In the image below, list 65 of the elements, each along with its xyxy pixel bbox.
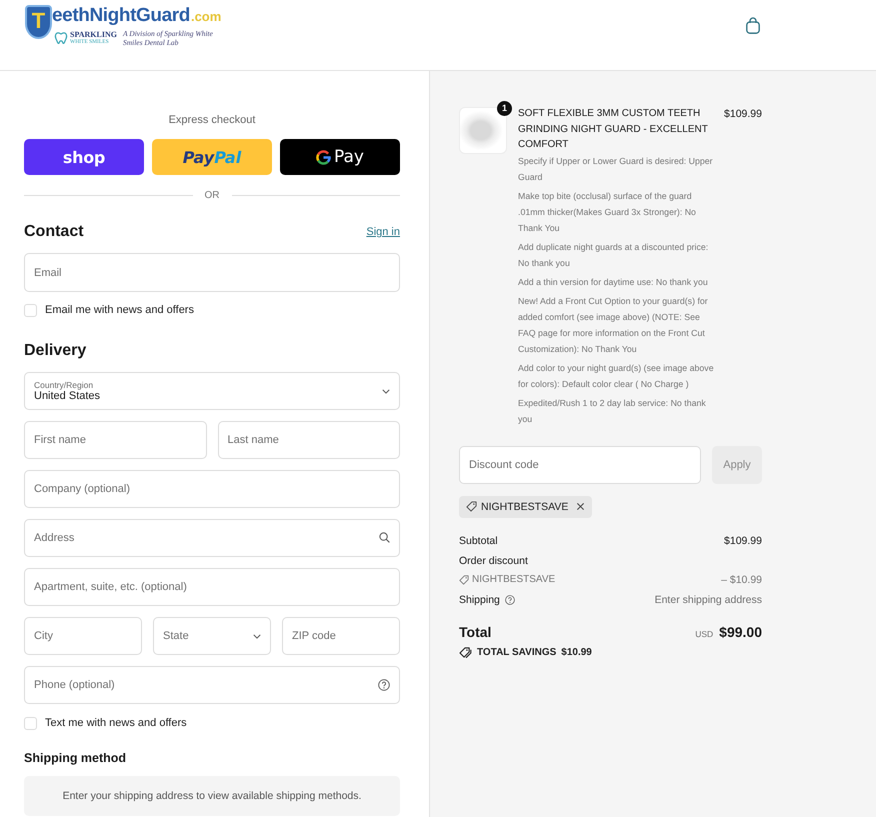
total-value: $99.00 xyxy=(719,624,762,640)
delivery-heading: Delivery xyxy=(24,342,86,359)
tags-icon xyxy=(459,647,472,658)
logo-shield-letter: T xyxy=(25,5,52,39)
email-field[interactable]: Email xyxy=(24,253,400,292)
input-field[interactable]: Company (optional) xyxy=(24,470,400,508)
product-option: New! Add a Front Cut Option to your guard(s) for added comfort (see image above) (NOTE: See FAQ page for more information on the Front Cut Customization): No Thank You xyxy=(518,292,714,356)
total-savings-label: TOTAL SAVINGS xyxy=(477,647,556,658)
product-option: Specify if Upper or Lower Guard is desired: Upper Guard xyxy=(518,152,714,184)
order-discount-label: Order discount xyxy=(459,554,528,566)
product-option: Add duplicate night guards at a discounted price: No thank you xyxy=(518,238,714,270)
tag-icon xyxy=(459,574,469,584)
checkbox[interactable] xyxy=(24,716,37,730)
shop-button[interactable]: shop xyxy=(24,139,144,175)
dropdown-field[interactable]: Country/Region United States xyxy=(24,372,400,410)
input-field[interactable]: City xyxy=(24,617,142,655)
sub-brand-name: SPARKLING xyxy=(70,30,117,38)
help-icon[interactable] xyxy=(504,594,515,604)
checkbox-label: Email me with news and offers xyxy=(45,304,194,316)
product-option: Add a thin version for daytime use: No thank you xyxy=(518,274,714,290)
pay-button[interactable]: Pay xyxy=(280,139,400,175)
tag-icon xyxy=(466,501,477,512)
subtotal-value: $109.99 xyxy=(724,534,762,546)
help-icon[interactable] xyxy=(378,679,390,691)
sign-in-link[interactable]: Sign in xyxy=(366,226,400,238)
product-option: Add color to your night guard(s) (see image above for colors): Default color clear ( No Charge ) xyxy=(518,360,714,392)
discount-code: NIGHTBESTSAVE xyxy=(481,500,568,512)
discount-code: NIGHTBESTSAVE xyxy=(472,574,556,585)
address-search-field[interactable]: Address xyxy=(24,519,400,557)
checkbox[interactable] xyxy=(24,304,37,316)
input-field[interactable]: Apartment, suite, etc. (optional) xyxy=(24,568,400,606)
divider-label: OR xyxy=(204,190,220,200)
shipping-label: Shipping xyxy=(459,594,500,606)
product-price: $109.99 xyxy=(724,107,762,121)
quantity-badge: 1 xyxy=(497,101,512,116)
shopping-bag-icon[interactable] xyxy=(746,17,760,34)
tooth-icon xyxy=(54,32,68,44)
logo-domain: .com xyxy=(190,8,222,26)
input-field[interactable]: ZIP code xyxy=(282,617,400,655)
checkbox-label: Text me with news and offers xyxy=(45,717,187,729)
chevron-down-icon xyxy=(253,634,261,638)
product-title: SOFT FLEXIBLE 3MM CUSTOM TEETH GRINDING NIGHT GUARD - EXCELLENT COMFORT xyxy=(518,107,709,152)
shipping-value: Enter shipping address xyxy=(654,594,762,606)
product-option: Make top bite (occlusal) surface of the guard .01mm thicker(Makes Guard 3x Stronger): No Thank You xyxy=(518,188,714,236)
discount-code-field[interactable]: Discount code xyxy=(459,446,701,484)
input-field[interactable]: Last name xyxy=(218,421,400,459)
discount-amount: – $10.99 xyxy=(721,574,762,586)
input-field[interactable]: First name xyxy=(24,421,206,459)
dropdown-field[interactable]: State xyxy=(153,617,271,655)
paypal-button[interactable]: PayPal xyxy=(152,139,272,175)
express-checkout-title: Express checkout xyxy=(168,113,256,128)
logo-wordmark: eethNightGuard xyxy=(52,5,190,27)
chevron-down-icon xyxy=(382,388,390,394)
close-icon[interactable] xyxy=(576,502,586,511)
currency-code: USD xyxy=(695,628,714,638)
shipping-method-heading: Shipping method xyxy=(24,751,126,765)
input-field[interactable]: Phone (optional) xyxy=(24,666,400,704)
g-logo-icon xyxy=(316,150,332,164)
total-label: Total xyxy=(459,624,492,640)
shipping-methods-notice: Enter your shipping address to view available shipping methods. xyxy=(24,776,400,816)
subtotal-label: Subtotal xyxy=(459,534,498,546)
contact-heading: Contact xyxy=(24,223,84,241)
product-option: Expedited/Rush 1 to 2 day lab service: No thank you xyxy=(518,394,714,426)
search-icon xyxy=(379,532,390,543)
total-savings-value: $10.99 xyxy=(561,647,592,658)
